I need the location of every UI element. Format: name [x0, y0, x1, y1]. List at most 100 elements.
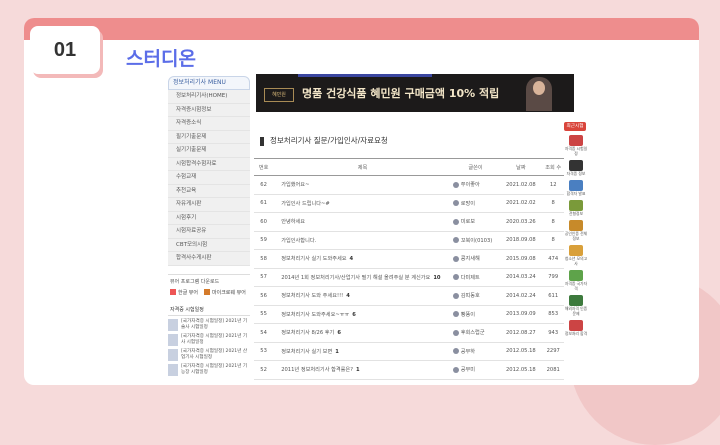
post-author[interactable]: 김띠동호: [451, 286, 500, 306]
sidebar-item[interactable]: 합격사수게시판: [168, 252, 250, 266]
table-row[interactable]: 56 정보처리기사 도와 주세요!!! 4 김띠동호 2014.02.24 611: [254, 286, 564, 306]
quick-menu-item[interactable]: 자격증 시험일정: [564, 135, 588, 156]
comment-count: 4: [349, 256, 354, 263]
cert-schedule-item[interactable]: [국가자격증 시험일정] 2021년 기술사 시험일정: [168, 318, 250, 331]
post-author[interactable]: 콩지새해: [451, 249, 500, 269]
sidebar-item[interactable]: 자격증소식: [168, 117, 250, 131]
table-row[interactable]: 52 2011년 정보처리기사 합격률은? 1 공부미 2012.05.18 2081: [254, 360, 564, 380]
table-row[interactable]: 55 정보처리기사 도와주세요~ㅠㅠ 6 빵똥이 2013.09.09 853: [254, 305, 564, 324]
sidebar-item[interactable]: 자유게시판: [168, 198, 250, 212]
post-title-text[interactable]: 정보처리기사 실기 도와주세요: [281, 256, 346, 262]
post-author[interactable]: 꼬북이(0103): [451, 231, 500, 250]
post-title[interactable]: 가입했어요~: [273, 175, 452, 195]
post-number: 58: [254, 249, 274, 269]
author-name[interactable]: 콩지새해: [461, 256, 480, 262]
sidebar-item[interactable]: 수험교재: [168, 171, 250, 185]
post-author[interactable]: 로망이: [451, 194, 500, 213]
post-number: 59: [254, 231, 274, 250]
post-title[interactable]: 정보처리기사 도와 주세요!!! 4: [273, 286, 452, 306]
column-header[interactable]: 조회 수: [542, 158, 564, 176]
post-title-text[interactable]: 정보처리기사 도와 주세요!!!: [281, 293, 343, 299]
quick-menu-item[interactable]: 공인인증 전체정보: [564, 220, 588, 241]
ms-viewer-link[interactable]: 마이크로웨 뷰어: [204, 289, 246, 296]
quick-menu-item[interactable]: 청소년 모의고사: [564, 245, 588, 266]
sidebar-item[interactable]: 시험자료공유: [168, 225, 250, 239]
post-title[interactable]: 정보처리기사 실기 도와주세요 4: [273, 249, 452, 269]
table-row[interactable]: 53 정보처리기사 실기 보면 1 공부하 2012.05.18 2297: [254, 342, 564, 361]
post-title-text[interactable]: 가입했어요~: [281, 182, 309, 188]
sidebar-item[interactable]: 추천교육: [168, 184, 250, 198]
post-title-text[interactable]: 2011년 정보처리기사 합격률은?: [281, 367, 353, 373]
column-header[interactable]: 제목: [273, 158, 452, 176]
author-name[interactable]: 미로보: [461, 219, 475, 225]
post-author[interactable]: 공부미: [451, 379, 500, 384]
post-title-text[interactable]: 안녕하세요: [281, 219, 305, 225]
post-title-text[interactable]: 2014년 1회 정보처리기사/산업기사 필기 해설 올려주실 분 계신가요: [281, 275, 430, 281]
author-name[interactable]: 후회스럽군: [461, 330, 485, 336]
post-title[interactable]: 정보처리기사 도와주세요~ㅠㅠ 6: [273, 305, 452, 324]
table-row[interactable]: 59 가입인사합니다. 꼬북이(0103) 2018.09.08 8: [254, 231, 564, 250]
sidebar-item[interactable]: 시험합격수험자료: [168, 157, 250, 171]
post-title[interactable]: 가입인사 드립니다~#: [273, 194, 452, 213]
column-header[interactable]: 번호: [254, 158, 274, 176]
post-author[interactable]: 쭈이좋아: [451, 175, 500, 195]
quick-menu-head: 최근시험: [564, 122, 586, 131]
sidebar-item[interactable]: 시험후기: [168, 211, 250, 225]
table-row[interactable]: 51정보처리기사 준비중1공부미2012.05.182467: [254, 379, 564, 384]
post-author[interactable]: 미로보: [451, 212, 500, 232]
post-author[interactable]: 다미제트: [451, 268, 500, 287]
table-row[interactable]: 58 정보처리기사 실기 도와주세요 4 콩지새해 2015.09.08 474: [254, 249, 564, 269]
column-header[interactable]: 글쓴이: [451, 158, 500, 176]
author-name[interactable]: 다미제트: [461, 275, 480, 281]
sidebar-item[interactable]: 자격증시험정보: [168, 103, 250, 117]
author-name[interactable]: 공부미: [461, 367, 475, 373]
sidebar-item[interactable]: 정보처리기사(HOME): [168, 90, 250, 104]
hwp-viewer-link[interactable]: 한글 뷰어: [170, 289, 198, 296]
cert-schedule-item[interactable]: [국가자격증 시험일정] 2021년 기사 시험일정: [168, 333, 250, 346]
table-row[interactable]: 61 가입인사 드립니다~# 로망이 2021.02.02 8: [254, 194, 564, 213]
quick-menu-item[interactable]: 해외자격 인증문제: [564, 295, 588, 316]
sidebar-item[interactable]: 필기기출문제: [168, 130, 250, 144]
cert-schedule-item[interactable]: [국가자격증 시험일정] 2021년 산업기사 시험일정: [168, 348, 250, 361]
author-name[interactable]: 로망이: [461, 201, 475, 207]
quick-menu-item[interactable]: 정보처리 합격: [564, 320, 588, 336]
sidebar-item[interactable]: 실기기출문제: [168, 144, 250, 158]
column-header[interactable]: 날짜: [499, 158, 543, 176]
quick-menu-item[interactable]: 자격증 국가자격: [564, 270, 588, 291]
author-name[interactable]: 김띠동호: [461, 293, 480, 299]
quick-menu-item[interactable]: 자격증 정보: [564, 160, 588, 176]
table-row[interactable]: 57 2014년 1회 정보처리기사/산업기사 필기 해설 올려주실 분 계신가요…: [254, 268, 564, 287]
post-title[interactable]: 정보처리기사 8/26 후기 6: [273, 323, 452, 343]
post-title-text[interactable]: 가입인사 드립니다~#: [281, 201, 330, 207]
ad-banner[interactable]: 혜민원 명품 건강식품 혜민원 구매금액 10% 적립: [256, 74, 574, 112]
post-title-text[interactable]: 가입인사합니다.: [281, 238, 316, 244]
author-name[interactable]: 공부하: [461, 349, 475, 355]
post-title[interactable]: 2011년 정보처리기사 합격률은? 1: [273, 360, 452, 380]
post-title-text[interactable]: 정보처리기사 도와주세요~ㅠㅠ: [281, 312, 349, 318]
table-row[interactable]: 54 정보처리기사 8/26 후기 6 후회스럽군 2012.08.27 943: [254, 323, 564, 343]
post-title[interactable]: 안녕하세요: [273, 212, 452, 232]
post-author[interactable]: 공부하: [451, 342, 500, 361]
author-name[interactable]: 빵똥이: [461, 312, 475, 318]
quick-menu-icon: [569, 270, 583, 281]
cert-schedule-item[interactable]: [국가자격증 시험일정] 2021년 기능장 시험일정: [168, 363, 250, 376]
post-title[interactable]: 가입인사합니다.: [273, 231, 452, 250]
author-name[interactable]: 꼬북이(0103): [461, 238, 493, 244]
author-name[interactable]: 쭈이좋아: [461, 182, 480, 188]
slide-title: 스터디온: [126, 48, 196, 70]
sidebar-item[interactable]: CBT모의시험: [168, 238, 250, 252]
post-title[interactable]: 2014년 1회 정보처리기사/산업기사 필기 해설 올려주실 분 계신가요 10: [273, 268, 452, 287]
table-row[interactable]: 62 가입했어요~ 쭈이좋아 2021.02.08 12: [254, 175, 564, 195]
post-title-text[interactable]: 정보처리기사 실기 보면: [281, 349, 332, 355]
quick-menu-item[interactable]: 합격자 발표: [564, 180, 588, 196]
post-author[interactable]: 후회스럽군: [451, 323, 500, 343]
post-title-text[interactable]: 정보처리기사 8/26 후기: [281, 330, 334, 336]
post-title[interactable]: 정보처리기사 실기 보면 1: [273, 342, 452, 361]
post-author[interactable]: 빵똥이: [451, 305, 500, 324]
quick-menu-item[interactable]: 전형정보: [564, 200, 588, 216]
post-author[interactable]: 공부미: [451, 360, 500, 380]
post-title[interactable]: 정보처리기사 준비중1: [273, 379, 452, 384]
table-row[interactable]: 60 안녕하세요 미로보 2020.03.26 8: [254, 212, 564, 232]
post-date: 2021.02.02: [499, 194, 543, 213]
comment-count: 6: [352, 311, 356, 318]
